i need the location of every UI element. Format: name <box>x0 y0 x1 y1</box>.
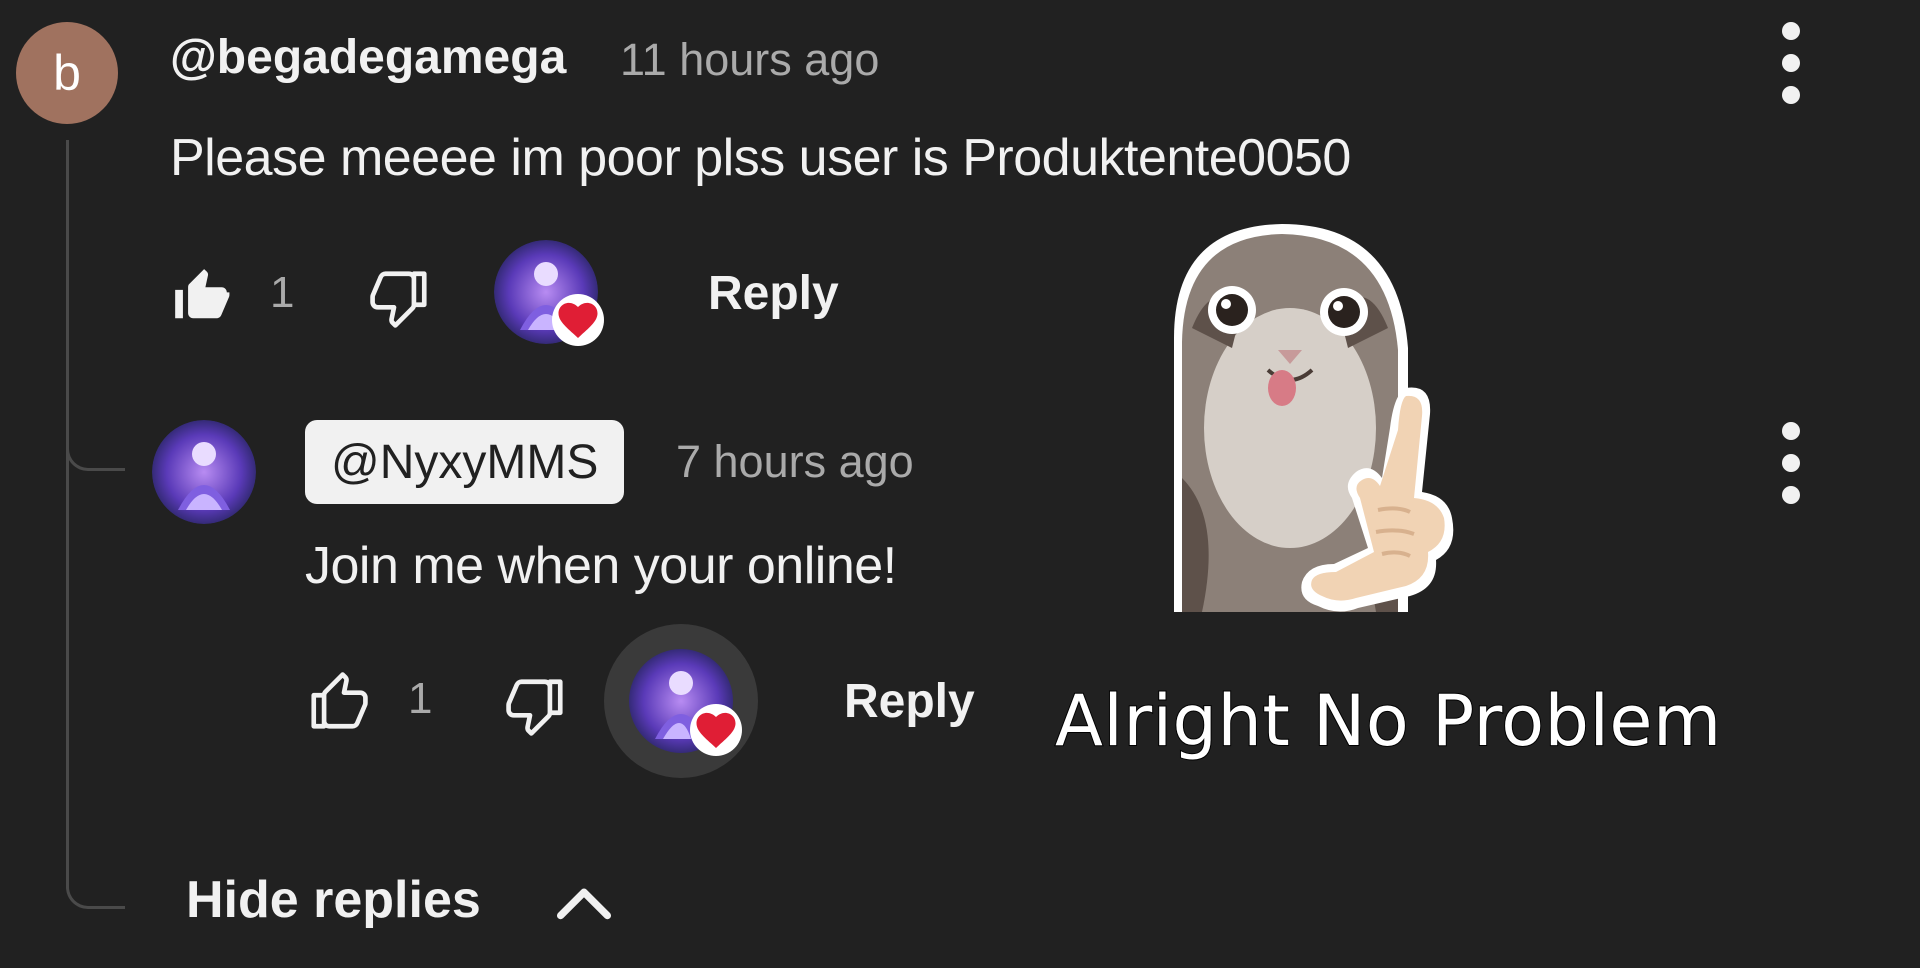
like-icon-outline[interactable] <box>306 672 368 739</box>
reply-text: Join me when your online! <box>305 537 897 595</box>
reply-author-avatar[interactable] <box>152 420 256 524</box>
reply-like-count: 1 <box>408 674 433 723</box>
comment-reply-button[interactable]: Reply <box>708 266 839 321</box>
comment-like-count: 1 <box>270 268 295 317</box>
comment-thread: b @begadegamega 11 hours ago Please meee… <box>0 0 1920 968</box>
video-caption: Alright No Problem <box>1054 679 1722 763</box>
reply-more-icon[interactable] <box>1778 422 1804 518</box>
cat-thumbs-up-sticker <box>1162 218 1498 612</box>
dislike-icon[interactable] <box>370 266 432 333</box>
creator-heart-icon <box>552 294 604 351</box>
chevron-up-icon <box>556 888 612 920</box>
thread-connector-line <box>66 140 125 909</box>
like-icon-filled[interactable] <box>170 264 232 331</box>
dislike-icon[interactable] <box>506 674 568 741</box>
reply-reply-button[interactable]: Reply <box>844 674 975 729</box>
hide-replies-label: Hide replies <box>186 871 481 929</box>
commenter-avatar[interactable]: b <box>16 22 118 124</box>
reply-timestamp[interactable]: 7 hours ago <box>676 436 914 488</box>
hide-replies-button[interactable]: Hide replies <box>186 870 612 930</box>
creator-heart-icon <box>690 704 742 761</box>
reply-connector-line <box>66 410 125 471</box>
comment-more-icon[interactable] <box>1778 22 1804 118</box>
comment-text: Please meeee im poor plss user is Produk… <box>170 129 1351 187</box>
comment-timestamp[interactable]: 11 hours ago <box>620 34 879 86</box>
comment-author-handle[interactable]: @begadegamega <box>170 30 566 85</box>
reply-author-handle-chip[interactable]: @NyxyMMS <box>305 420 625 504</box>
